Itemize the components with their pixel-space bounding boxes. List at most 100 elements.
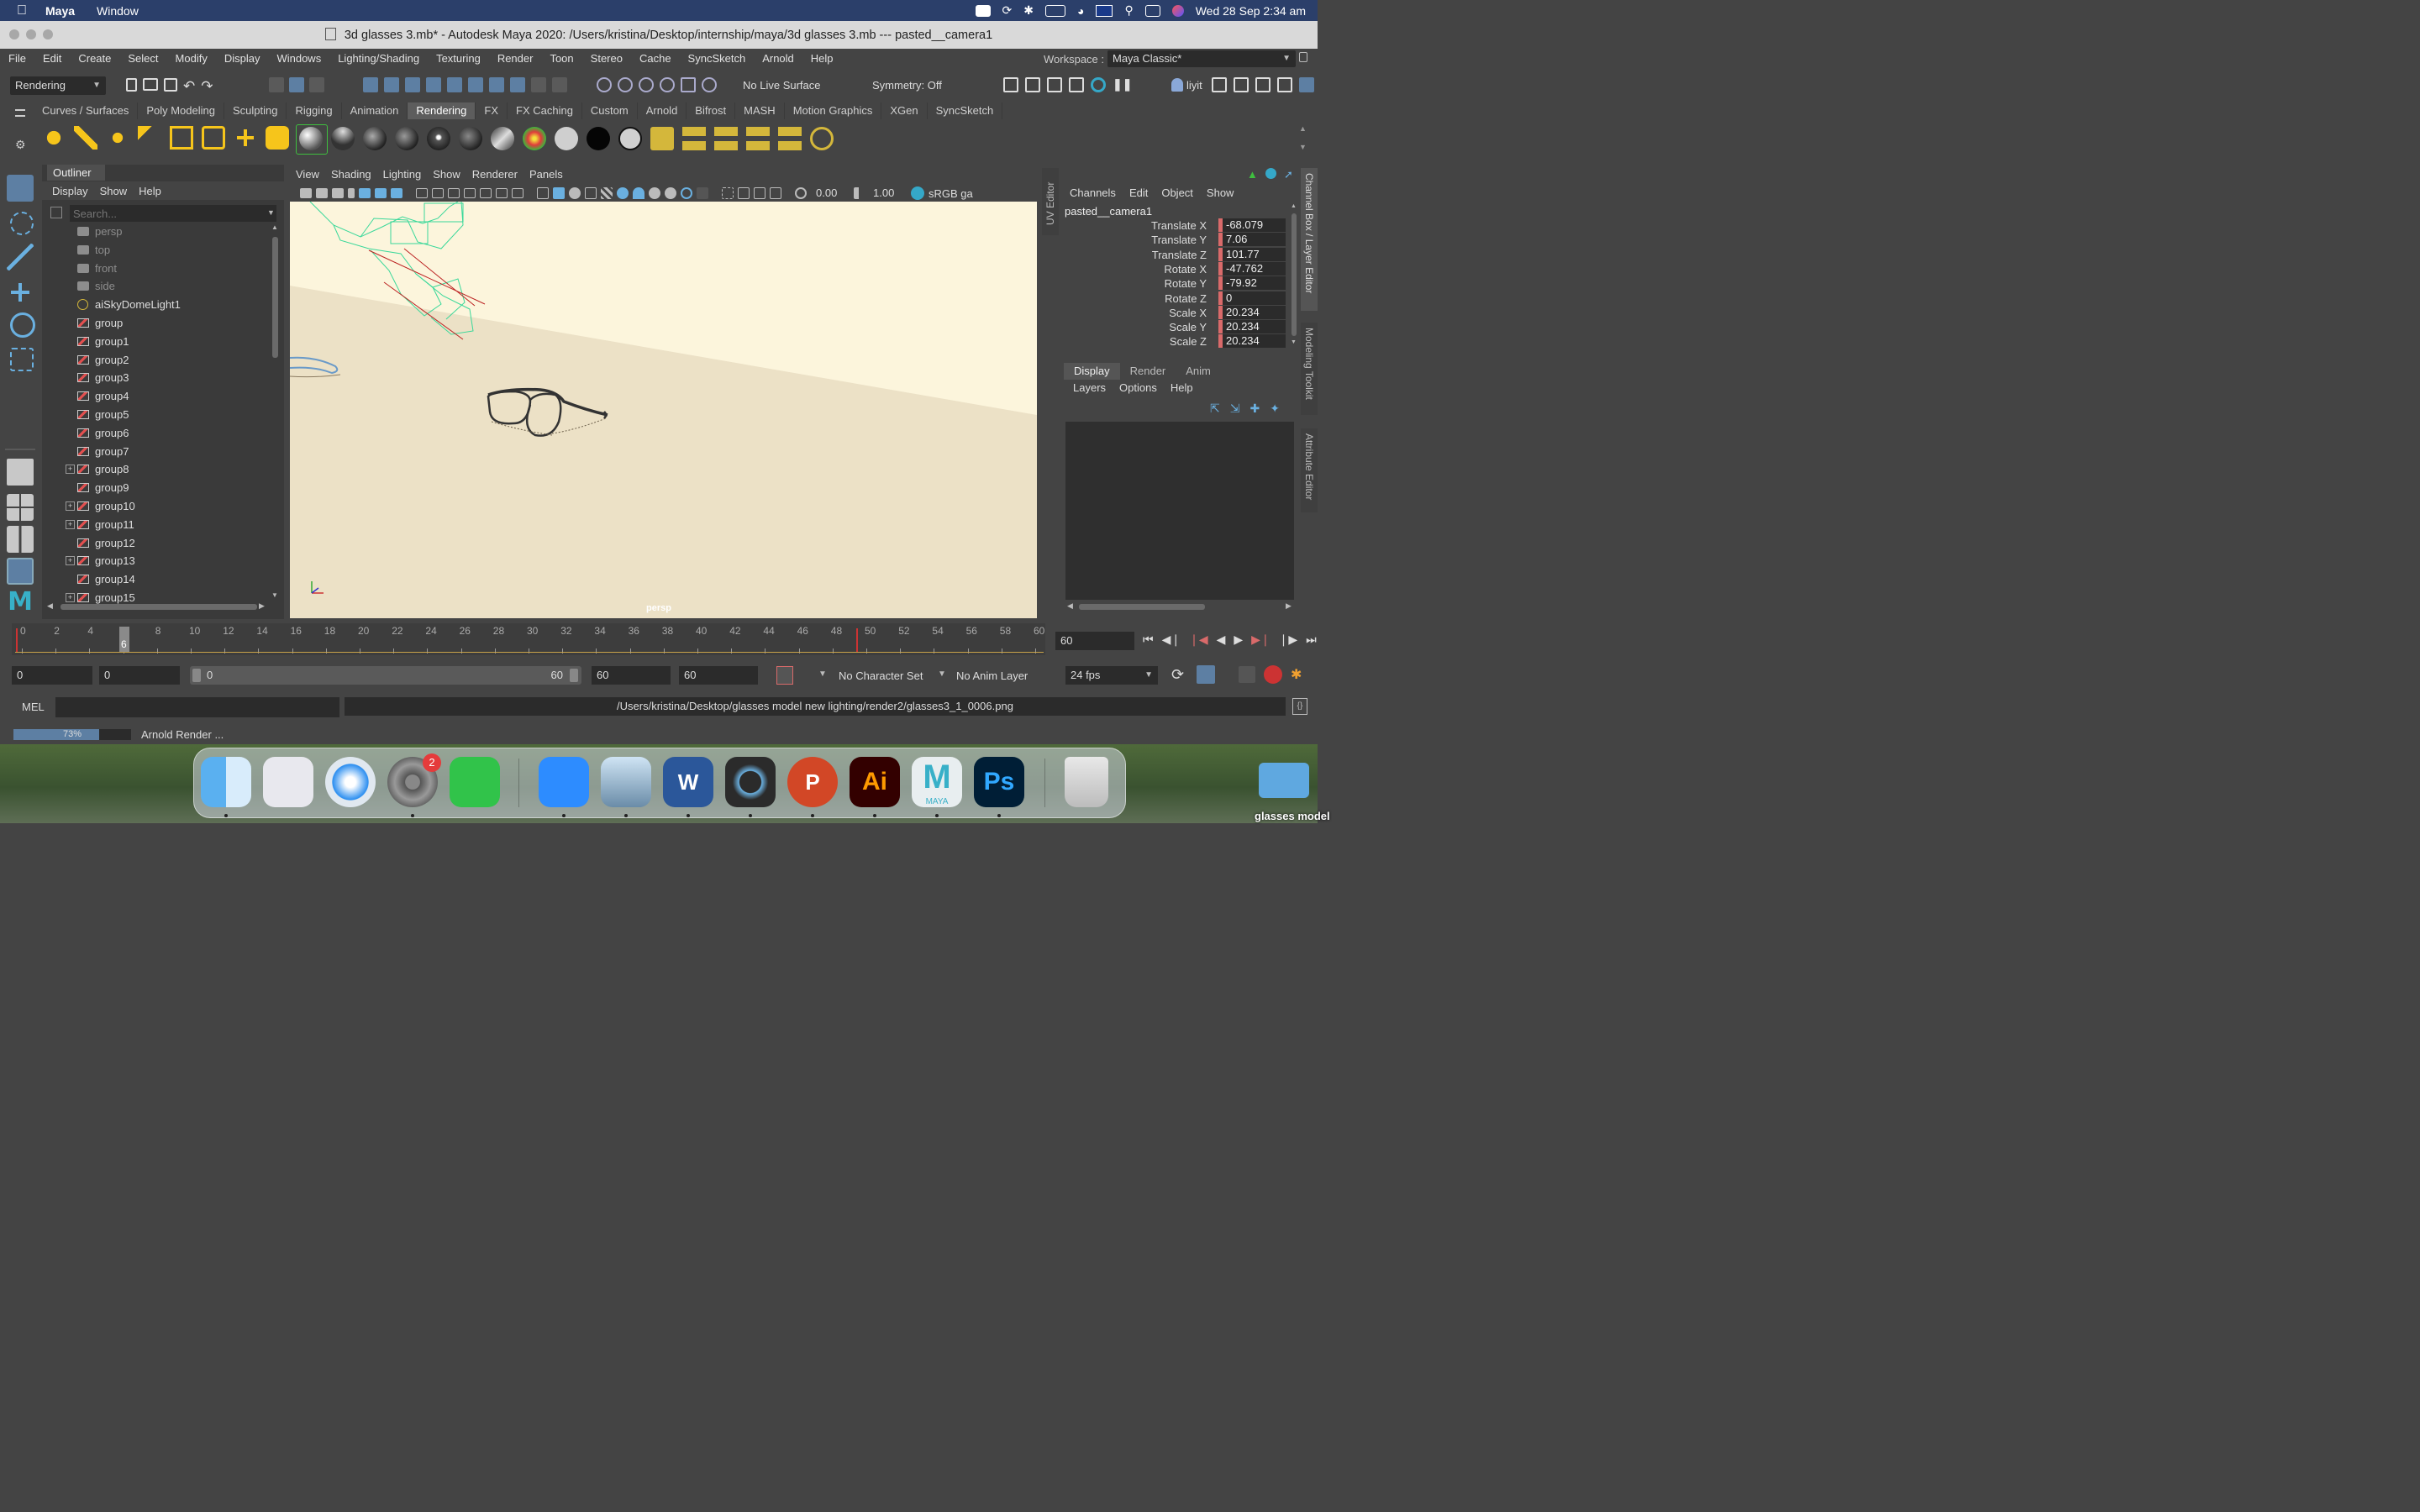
- menubar-app-name[interactable]: Maya: [45, 4, 75, 18]
- script-language-toggle[interactable]: MEL: [22, 701, 45, 713]
- gate-mask-icon[interactable]: [464, 188, 476, 198]
- auto-key-icon[interactable]: [776, 666, 793, 685]
- menu-arnold[interactable]: Arnold: [754, 52, 802, 65]
- anim-prefs-icon[interactable]: [1264, 665, 1282, 684]
- illustrator-icon[interactable]: Ai: [850, 757, 900, 807]
- snap-surface-icon[interactable]: [447, 77, 462, 92]
- arnold-render-icon[interactable]: [1091, 77, 1106, 92]
- channel-value-field[interactable]: 0: [1218, 291, 1286, 305]
- outliner-tab[interactable]: Outliner: [47, 165, 105, 181]
- expand-icon[interactable]: +: [66, 501, 75, 511]
- save-scene-icon[interactable]: [164, 78, 177, 92]
- outliner-item[interactable]: + group8: [42, 460, 269, 478]
- expand-icon[interactable]: +: [66, 593, 75, 602]
- redo-icon[interactable]: ↷: [201, 78, 213, 95]
- lock-icon[interactable]: [1299, 52, 1307, 62]
- scale-tool-icon[interactable]: [10, 348, 34, 371]
- scroll-down-icon[interactable]: ▼: [271, 591, 278, 599]
- surface-shader-icon[interactable]: [459, 127, 482, 150]
- target-icon[interactable]: [702, 77, 717, 92]
- channel-value-field[interactable]: 20.234: [1218, 320, 1286, 334]
- user-icon[interactable]: [1171, 78, 1183, 92]
- outliner-item[interactable]: top: [42, 241, 269, 259]
- color-shader-icon[interactable]: [523, 127, 546, 150]
- new-layer-selected-icon[interactable]: ✦: [1270, 402, 1280, 416]
- outliner-item[interactable]: group6: [42, 424, 269, 442]
- new-layer-icon[interactable]: ✚: [1249, 402, 1260, 416]
- depth-of-field-icon[interactable]: [697, 187, 708, 199]
- range-slider[interactable]: 0 60: [190, 666, 581, 685]
- scroll-thumb[interactable]: [1292, 213, 1297, 336]
- desktop-file-label[interactable]: glasses model: [1255, 810, 1330, 822]
- expand-icon[interactable]: +: [66, 556, 75, 566]
- ipr-render-icon[interactable]: [1047, 77, 1062, 92]
- channel-box-side-tab[interactable]: Channel Box / Layer Editor: [1301, 168, 1318, 311]
- move-tool-icon[interactable]: [7, 279, 34, 306]
- channel-value-field[interactable]: -79.92: [1218, 276, 1286, 291]
- outliner-menu-display[interactable]: Display: [52, 185, 88, 197]
- menu-render[interactable]: Render: [489, 52, 542, 65]
- paint-select-tool-icon[interactable]: [7, 244, 34, 270]
- channel-row[interactable]: Rotate Z 0: [1060, 291, 1289, 306]
- shelf-tab-curves-surfaces[interactable]: Curves / Surfaces: [34, 102, 139, 119]
- menubar-clock[interactable]: Wed 28 Sep 2:34 am: [1196, 4, 1306, 18]
- safari-icon[interactable]: [325, 757, 376, 807]
- render-sequence-icon[interactable]: [650, 127, 674, 150]
- outliner-item[interactable]: group3: [42, 369, 269, 386]
- smooth-shade-icon[interactable]: [553, 187, 565, 199]
- layer-menu-options[interactable]: Options: [1119, 381, 1157, 394]
- menu-texturing[interactable]: Texturing: [428, 52, 489, 65]
- pause-icon[interactable]: ❚❚: [1113, 77, 1132, 92]
- move-layer-down-icon[interactable]: ⇲: [1230, 402, 1240, 416]
- snap-vertex-icon[interactable]: [468, 77, 483, 92]
- screen-space-ao-icon[interactable]: [649, 187, 660, 199]
- quicktime-icon[interactable]: [725, 757, 776, 807]
- outliner-item[interactable]: group2: [42, 351, 269, 369]
- step-back-key-icon[interactable]: ❘◀: [1189, 633, 1208, 649]
- snap-grid-icon[interactable]: [363, 77, 378, 92]
- gamma-field[interactable]: 1.00: [868, 186, 907, 200]
- channel-value-field[interactable]: -47.762: [1218, 261, 1286, 276]
- panel-menu-renderer[interactable]: Renderer: [472, 168, 518, 181]
- channel-value-field[interactable]: 101.77: [1218, 247, 1286, 261]
- safe-action-icon[interactable]: [496, 188, 508, 198]
- render-layer-icon[interactable]: [682, 127, 706, 150]
- shelf-tab-motion-graphics[interactable]: Motion Graphics: [785, 102, 882, 119]
- scroll-down-icon[interactable]: ▼: [1291, 339, 1297, 345]
- anim-end-field[interactable]: 60: [679, 666, 758, 685]
- bookmark-icon[interactable]: [332, 188, 344, 198]
- channel-vscrollbar[interactable]: ▲ ▼: [1291, 203, 1297, 348]
- menu-select[interactable]: Select: [119, 52, 166, 65]
- zoom-status-icon[interactable]: [975, 4, 991, 17]
- channel-box-icon[interactable]: ▲: [1247, 168, 1258, 181]
- snap-view-icon[interactable]: [426, 77, 441, 92]
- magnet-icon[interactable]: [681, 77, 696, 92]
- white-material-icon[interactable]: [555, 127, 578, 150]
- play-forwards-icon[interactable]: ▶: [1234, 633, 1243, 649]
- channel-name[interactable]: Translate Y: [1151, 234, 1207, 246]
- outliner-item[interactable]: aiSkyDomeLight1: [42, 296, 269, 313]
- menu-windows[interactable]: Windows: [268, 52, 329, 65]
- shelf-tab-syncsketch[interactable]: SyncSketch: [928, 102, 1003, 119]
- camera-icon[interactable]: [234, 126, 257, 150]
- lambert-material-icon[interactable]: [331, 127, 355, 150]
- menu-stereo[interactable]: Stereo: [582, 52, 631, 65]
- outliner-search-input[interactable]: [70, 205, 276, 222]
- phong-e-material-icon[interactable]: [395, 127, 418, 150]
- channel-name[interactable]: Scale Y: [1169, 321, 1207, 333]
- playback-speed-icon[interactable]: ✱: [1291, 666, 1302, 683]
- rotate-tool-icon[interactable]: [10, 312, 35, 338]
- chevron-down-icon[interactable]: ▼: [267, 208, 275, 217]
- safe-title-icon[interactable]: [512, 188, 523, 198]
- channel-value-field[interactable]: 7.06: [1218, 233, 1286, 247]
- outliner-hscrollbar[interactable]: ◀ ▶: [47, 601, 267, 611]
- play-backwards-icon[interactable]: ◀: [1217, 633, 1226, 649]
- outliner-item[interactable]: group5: [42, 406, 269, 423]
- channel-row[interactable]: Scale Y 20.234: [1060, 320, 1289, 334]
- camera-attributes-icon[interactable]: [316, 188, 328, 198]
- gamma-icon[interactable]: [854, 187, 864, 199]
- layer-menu-help[interactable]: Help: [1171, 381, 1193, 394]
- light-editor-icon[interactable]: [810, 127, 834, 150]
- render-layer-view-icon[interactable]: [746, 127, 770, 150]
- hscroll-thumb[interactable]: [1079, 604, 1205, 610]
